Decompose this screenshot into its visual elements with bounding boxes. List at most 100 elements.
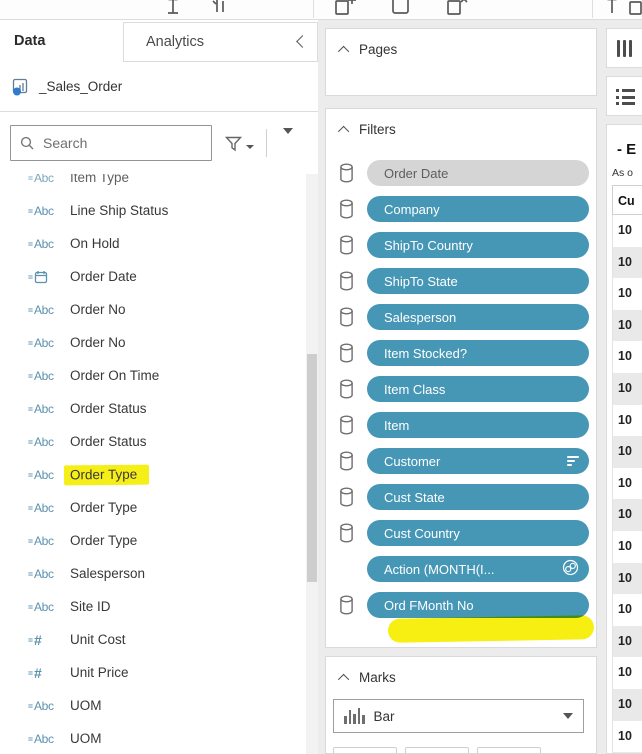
field-row-uom[interactable]: =Abc UOM: [0, 722, 306, 754]
table-row[interactable]: 10: [612, 689, 642, 721]
filter-pill-order-date[interactable]: Order Date: [367, 160, 589, 186]
pill-row: Company: [326, 191, 596, 227]
pill-row: Item Class: [326, 371, 596, 407]
field-row-order-no[interactable]: =Abc Order No: [0, 326, 306, 359]
filter-pill-salesperson[interactable]: Salesperson: [367, 304, 589, 330]
table-row[interactable]: 10: [612, 278, 642, 310]
field-row-item-type[interactable]: =Abc Item Type: [0, 174, 306, 194]
filter-pill-item-class[interactable]: Item Class: [367, 376, 589, 402]
field-row-order-type-highlighted[interactable]: =Abc Order Type: [0, 458, 306, 491]
filter-pill-customer[interactable]: Customer: [367, 448, 589, 474]
filter-pill-company[interactable]: Company: [367, 196, 589, 222]
tab-data[interactable]: Data: [0, 20, 123, 62]
chevron-down-icon: [563, 713, 573, 719]
pages-header: Pages: [326, 29, 596, 57]
field-row-site-id[interactable]: =Abc Site ID: [0, 590, 306, 623]
datasource-icon: [12, 78, 30, 96]
filter-pill-shipto-state[interactable]: ShipTo State: [367, 268, 589, 294]
pill-row: Cust Country: [326, 515, 596, 551]
datasource-row[interactable]: _Sales_Order: [0, 62, 318, 112]
filter-pill-action-month[interactable]: Action (MONTH(I...: [367, 556, 589, 582]
pane-menu-button[interactable]: [283, 134, 293, 152]
pages-shelf[interactable]: Pages: [325, 28, 597, 96]
new-worksheet-icon[interactable]: [333, 0, 357, 20]
table-row[interactable]: 10: [612, 657, 642, 689]
tab-analytics[interactable]: Analytics: [123, 22, 318, 62]
database-icon: [339, 307, 354, 327]
chevron-up-icon[interactable]: [338, 673, 349, 684]
number-field-icon: =#: [28, 665, 70, 681]
show-cards-icon[interactable]: [390, 0, 412, 20]
pill-row: Salesperson: [326, 299, 596, 335]
columns-shelf[interactable]: [606, 28, 642, 68]
table-row[interactable]: 10: [612, 405, 642, 437]
filters-shelf[interactable]: Filters Order Date Company ShipTo Countr…: [325, 108, 597, 648]
field-row-unit-price[interactable]: =# Unit Price: [0, 656, 306, 689]
database-icon: [339, 523, 354, 543]
table-row[interactable]: 10: [612, 468, 642, 500]
field-row-order-status[interactable]: =Abc Order Status: [0, 425, 306, 458]
string-field-icon: =Abc: [28, 534, 70, 548]
rows-shelf[interactable]: [606, 76, 642, 116]
worksheet-title: - E: [617, 141, 636, 158]
scrollbar-thumb[interactable]: [307, 354, 317, 582]
table-row[interactable]: 10: [612, 594, 642, 626]
filter-pill-cust-state[interactable]: Cust State: [367, 484, 589, 510]
marks-shelf[interactable]: Marks Bar: [325, 656, 597, 754]
database-icon: [339, 379, 354, 399]
field-row-order-on-time[interactable]: =Abc Order On Time: [0, 359, 306, 392]
string-field-icon: =Abc: [28, 699, 70, 713]
field-row-unit-cost[interactable]: =# Unit Cost: [0, 623, 306, 656]
mark-type-dropdown[interactable]: Bar: [333, 699, 584, 733]
clear-sheet-icon[interactable]: [445, 0, 469, 20]
search-box[interactable]: [10, 125, 212, 161]
filters-title: Filters: [359, 122, 396, 137]
table-row[interactable]: 10: [612, 215, 642, 247]
scrollbar[interactable]: [306, 174, 318, 754]
filter-pill-item[interactable]: Item: [367, 412, 589, 438]
pin-icon[interactable]: [603, 0, 621, 20]
filter-pill-ord-fmonth-no[interactable]: Ord FMonth No: [367, 592, 589, 618]
field-row-order-status[interactable]: =Abc Order Status: [0, 392, 306, 425]
table-row[interactable]: 10: [612, 373, 642, 405]
database-icon: [339, 271, 354, 291]
table-row[interactable]: 10: [612, 626, 642, 658]
table-row[interactable]: 10: [612, 563, 642, 595]
size-button[interactable]: [405, 747, 469, 754]
label-button[interactable]: [477, 747, 541, 754]
field-row-salesperson[interactable]: =Abc Salesperson: [0, 557, 306, 590]
pill-row: ShipTo State: [326, 263, 596, 299]
field-row-uom[interactable]: =Abc UOM: [0, 689, 306, 722]
table-row[interactable]: 10: [612, 247, 642, 279]
search-icon: [20, 136, 34, 150]
action-link-icon: [562, 559, 579, 579]
table-row[interactable]: 10: [612, 341, 642, 373]
field-row-order-type[interactable]: =Abc Order Type: [0, 524, 306, 557]
string-field-icon: =Abc: [28, 369, 70, 383]
color-button[interactable]: [333, 747, 397, 754]
table-row[interactable]: 10: [612, 499, 642, 531]
field-row-line-ship-status[interactable]: =Abc Line Ship Status: [0, 194, 306, 227]
field-row-order-type[interactable]: =Abc Order Type: [0, 491, 306, 524]
field-row-order-date[interactable]: = Order Date: [0, 260, 306, 293]
chevron-up-icon[interactable]: [338, 125, 349, 136]
field-row-order-no[interactable]: =Abc Order No: [0, 293, 306, 326]
table-row[interactable]: 10: [612, 721, 642, 753]
chevron-up-icon[interactable]: [338, 45, 349, 56]
filter-pill-shipto-country[interactable]: ShipTo Country: [367, 232, 589, 258]
filter-pill-cust-country[interactable]: Cust Country: [367, 520, 589, 546]
swap-icon[interactable]: [627, 0, 642, 20]
worksheet-subtitle: As o: [612, 167, 633, 179]
pause-icon[interactable]: [210, 0, 230, 20]
search-input[interactable]: [43, 135, 183, 151]
field-filter-button[interactable]: [224, 134, 254, 153]
table-row[interactable]: 10: [612, 310, 642, 342]
collapse-pane-icon[interactable]: [296, 35, 309, 48]
pin-icon[interactable]: [163, 0, 183, 20]
filter-pill-item-stocked[interactable]: Item Stocked?: [367, 340, 589, 366]
string-field-icon: =Abc: [28, 600, 70, 614]
filters-header: Filters: [326, 109, 596, 137]
field-row-on-hold[interactable]: =Abc On Hold: [0, 227, 306, 260]
table-row[interactable]: 10: [612, 436, 642, 468]
table-row[interactable]: 10: [612, 531, 642, 563]
